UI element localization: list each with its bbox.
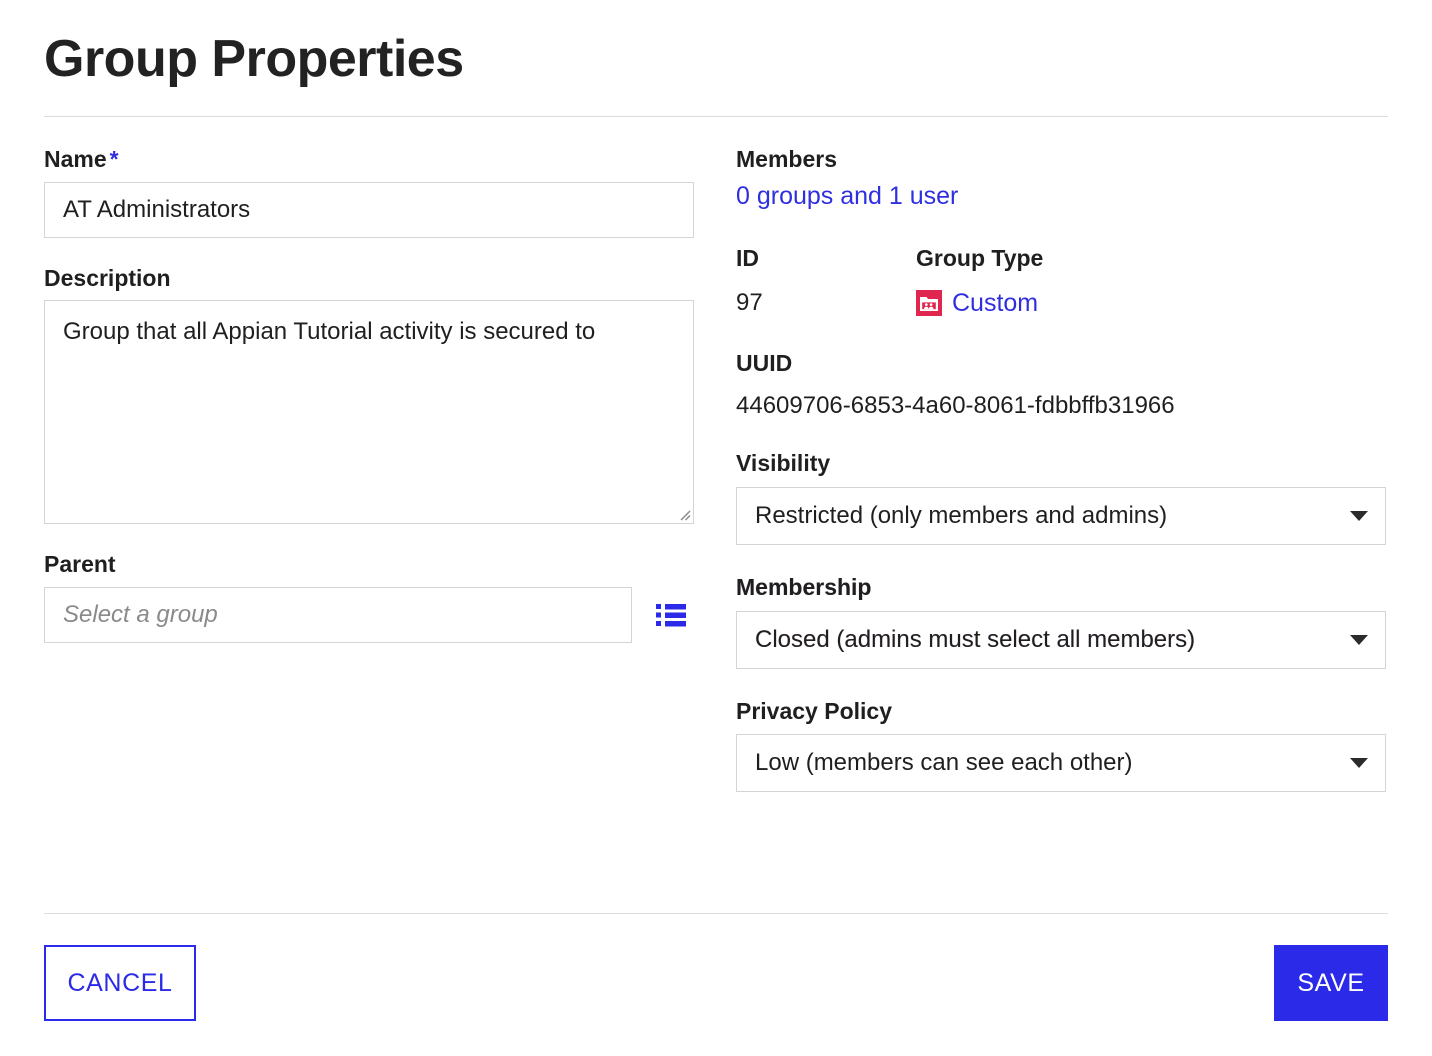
members-label: Members xyxy=(736,145,837,172)
membership-select[interactable]: Closed (admins must select all members) xyxy=(736,610,1386,669)
custom-group-folder-icon xyxy=(916,290,942,317)
visibility-select[interactable]: Restricted (only members and admins) xyxy=(736,486,1386,545)
privacy-policy-block: Privacy Policy Low (members can see each… xyxy=(736,697,1388,793)
list-icon[interactable] xyxy=(656,602,686,628)
footer-divider xyxy=(44,913,1388,914)
group-type-label: Group Type xyxy=(916,245,1044,272)
description-textarea[interactable]: Group that all Appian Tutorial activity … xyxy=(44,300,694,525)
parent-field-block: Parent xyxy=(44,550,694,644)
id-value: 97 xyxy=(736,288,763,316)
visibility-label: Visibility xyxy=(736,450,831,477)
group-type-value: Custom xyxy=(916,287,1388,320)
required-asterisk: * xyxy=(109,145,119,172)
privacy-policy-select-wrap: Low (members can see each other) xyxy=(736,734,1386,793)
uuid-block: UUID 44609706-6853-4a60-8061-fdbbffb3196… xyxy=(736,349,1388,421)
parent-row xyxy=(44,587,694,644)
id-block: ID 97 xyxy=(736,244,916,319)
visibility-select-wrap: Restricted (only members and admins) xyxy=(736,486,1386,545)
form-columns: Name* Description Group that all Appian … xyxy=(44,145,1388,793)
visibility-block: Visibility Restricted (only members and … xyxy=(736,449,1388,545)
save-button[interactable]: SAVE xyxy=(1274,945,1388,1021)
name-label: Name * xyxy=(44,145,694,174)
id-grouptype-grid: ID 97 Group Type Custom xyxy=(736,244,1388,319)
description-label: Description xyxy=(44,264,171,291)
membership-block: Membership Closed (admins must select al… xyxy=(736,573,1388,669)
parent-label: Parent xyxy=(44,551,116,578)
uuid-label: UUID xyxy=(736,350,793,377)
left-column: Name* Description Group that all Appian … xyxy=(44,145,694,669)
group-type-block: Group Type Custom xyxy=(916,244,1388,319)
membership-label: Membership xyxy=(736,573,872,600)
footer-actions: CANCEL SAVE xyxy=(44,945,1388,1021)
name-input[interactable] xyxy=(44,181,694,238)
description-textarea-wrap: Group that all Appian Tutorial activity … xyxy=(44,300,694,525)
right-column: Members 0 groups and 1 user ID 97 Group … xyxy=(736,145,1388,793)
description-field-block: Description Group that all Appian Tutori… xyxy=(44,264,694,525)
cancel-button[interactable]: CANCEL xyxy=(44,945,196,1021)
page-title: Group Properties xyxy=(44,30,464,88)
members-link[interactable]: 0 groups and 1 user xyxy=(736,180,958,213)
name-field-block: Name * xyxy=(44,145,694,238)
membership-select-wrap: Closed (admins must select all members) xyxy=(736,610,1386,669)
parent-input[interactable] xyxy=(44,587,632,644)
uuid-value: 44609706-6853-4a60-8061-fdbbffb31966 xyxy=(736,392,1175,420)
group-properties-page: Group Properties Name* Description Group… xyxy=(0,0,1432,1056)
members-block: Members 0 groups and 1 user xyxy=(736,145,1388,212)
header-divider xyxy=(44,115,1388,117)
name-label-text: Name xyxy=(44,145,107,172)
privacy-policy-select[interactable]: Low (members can see each other) xyxy=(736,734,1386,793)
id-label: ID xyxy=(736,245,759,272)
group-type-link[interactable]: Custom xyxy=(952,287,1038,320)
privacy-policy-label: Privacy Policy xyxy=(736,697,892,724)
